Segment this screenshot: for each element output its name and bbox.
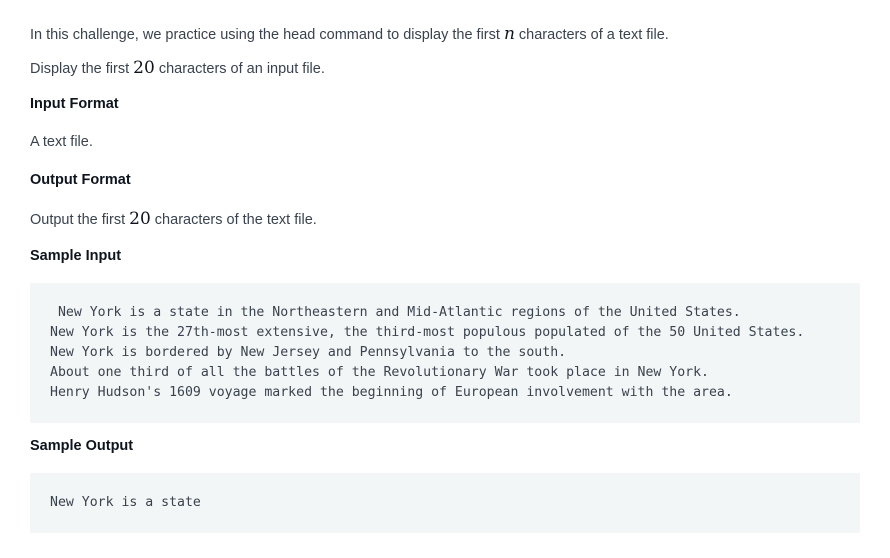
intro-text-before: In this challenge, we practice using the… (30, 27, 504, 43)
sample-output-heading: Sample Output (30, 438, 134, 454)
output-text-before: Output the first (30, 212, 130, 228)
input-format-text: A text file. (30, 134, 93, 150)
code-line: New York is bordered by New Jersey and P… (50, 345, 567, 360)
code-line: New York is a state in the Northeastern … (50, 305, 741, 320)
code-line: New York is a state (50, 495, 201, 510)
sample-input-code-block[interactable]: New York is a state in the Northeastern … (30, 283, 860, 423)
output-format-heading: Output Format (30, 172, 131, 188)
task-text-before: Display the first (30, 61, 134, 77)
output-text-after: characters of the text file. (150, 212, 317, 228)
task-text-after: characters of an input file. (154, 61, 325, 77)
intro-paragraph: In this challenge, we practice using the… (30, 24, 669, 44)
intro-text-after: characters of a text file. (514, 27, 669, 43)
sample-input-heading: Sample Input (30, 248, 122, 264)
sample-output-code-block[interactable]: New York is a state (30, 473, 860, 533)
code-line: About one third of all the battles of th… (50, 365, 709, 380)
code-line: New York is the 27th-most extensive, the… (50, 325, 805, 340)
output-format-paragraph: Output the first 20 characters of the te… (30, 209, 317, 229)
input-format-heading: Input Format (30, 96, 119, 112)
math-number-20: 20 (133, 58, 155, 78)
math-variable-n: n (503, 24, 515, 44)
task-paragraph: Display the first 20 characters of an in… (30, 58, 325, 78)
code-line: Henry Hudson's 1609 voyage marked the be… (50, 385, 733, 400)
math-number-20: 20 (129, 209, 151, 229)
